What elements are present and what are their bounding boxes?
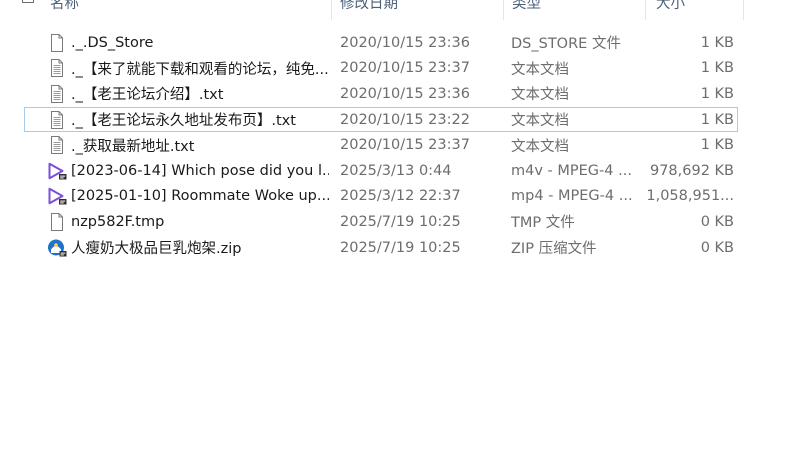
file-modified-date: 2020/10/15 23:37 [340,137,470,154]
column-resize-handle[interactable] [503,0,504,20]
file-row[interactable]: [2023-06-14] Which pose did you l... 2025… [24,158,738,184]
column-header-size[interactable]: 大小 [656,0,685,14]
column-resize-handle[interactable] [743,0,744,20]
file-modified-date: 2025/7/19 10:25 [340,239,461,256]
file-size: 1 KB [700,137,734,154]
text-document-icon [46,133,68,157]
file-type: m4v - MPEG-4 ... [511,162,632,179]
text-document-icon [46,82,68,106]
blank-file-icon [46,31,68,55]
file-type: 文本文档 [511,113,569,130]
file-size: 0 KB [700,213,734,230]
blank-file-icon [46,210,68,234]
text-document-icon [46,108,68,132]
file-name: [2025-01-10] Roommate Woke up... [71,188,329,205]
file-name: ._.DS_Store [71,34,154,51]
file-type: mp4 - MPEG-4 ... [511,188,633,205]
column-header-name[interactable]: 名称 [50,0,79,14]
file-row[interactable]: ._获取最新地址.txt 2020/10/15 23:37 文本文档 1 KB [24,132,738,158]
file-modified-date: 2020/10/15 23:37 [340,60,470,77]
file-size: 978,692 KB [649,162,734,179]
file-modified-date: 2025/3/13 0:44 [340,162,452,179]
file-modified-date: 2025/7/19 10:25 [340,213,461,230]
file-modified-date: 2020/10/15 23:36 [340,85,470,102]
file-name: [2023-06-14] Which pose did you l... [71,162,329,179]
file-size: 1 KB [700,34,734,51]
file-size: 1 KB [700,85,734,102]
file-name: nzp582F.tmp [71,213,165,230]
text-document-icon [46,57,68,81]
file-list: ._.DS_Store 2020/10/15 23:36 DS_STORE 文件 1 … [24,30,738,270]
video-file-icon [46,159,68,183]
file-row[interactable]: [2025-01-10] Roommate Woke up... 2025/3/1… [24,184,738,210]
video-file-icon [46,185,68,209]
column-header-row: 名称 修改日期 类型 大小 [0,0,800,20]
file-size: 1 KB [700,60,734,77]
column-header-type[interactable]: 类型 [512,0,541,14]
file-name: ._【来了就能下载和观看的论坛，纯免... [71,61,329,78]
file-name: 人瘦奶大极品巨乳炮架.zip [71,241,242,258]
file-type: 文本文档 [511,61,569,78]
file-name: ._【老王论坛永久地址发布页】.txt [71,113,296,130]
file-modified-date: 2025/3/12 22:37 [340,188,461,205]
file-type: TMP 文件 [511,215,575,232]
file-type: ZIP 压缩文件 [511,241,597,258]
file-row[interactable]: ._【来了就能下载和观看的论坛，纯免... 2020/10/15 23:37 文本文… [24,56,738,82]
zip-file-icon [46,236,68,260]
file-type: 文本文档 [511,138,569,155]
file-type: DS_STORE 文件 [511,36,621,53]
file-modified-date: 2020/10/15 23:22 [340,111,470,128]
file-row[interactable]: ._【老王论坛永久地址发布页】.txt 2020/10/15 23:22 文本文档 1… [24,106,738,133]
select-all-checkbox[interactable] [22,0,34,3]
file-name: ._获取最新地址.txt [71,138,195,155]
file-size: 1 KB [700,111,734,128]
file-type: 文本文档 [511,87,569,104]
file-row[interactable]: ._.DS_Store 2020/10/15 23:36 DS_STORE 文件 1 … [24,30,738,56]
file-size: 1,058,951... [646,188,734,205]
file-row[interactable]: nzp582F.tmp 2025/7/19 10:25 TMP 文件 0 KB [24,209,738,235]
column-header-date[interactable]: 修改日期 [340,0,398,14]
file-name: ._【老王论坛介绍】.txt [71,87,224,104]
file-row[interactable]: 人瘦奶大极品巨乳炮架.zip 2025/7/19 10:25 ZIP 压缩文件 0 K… [24,235,738,261]
column-resize-handle[interactable] [331,0,332,20]
file-modified-date: 2020/10/15 23:36 [340,34,470,51]
file-row[interactable]: ._【老王论坛介绍】.txt 2020/10/15 23:36 文本文档 1 KB [24,81,738,107]
column-resize-handle[interactable] [645,0,646,20]
file-size: 0 KB [700,239,734,256]
